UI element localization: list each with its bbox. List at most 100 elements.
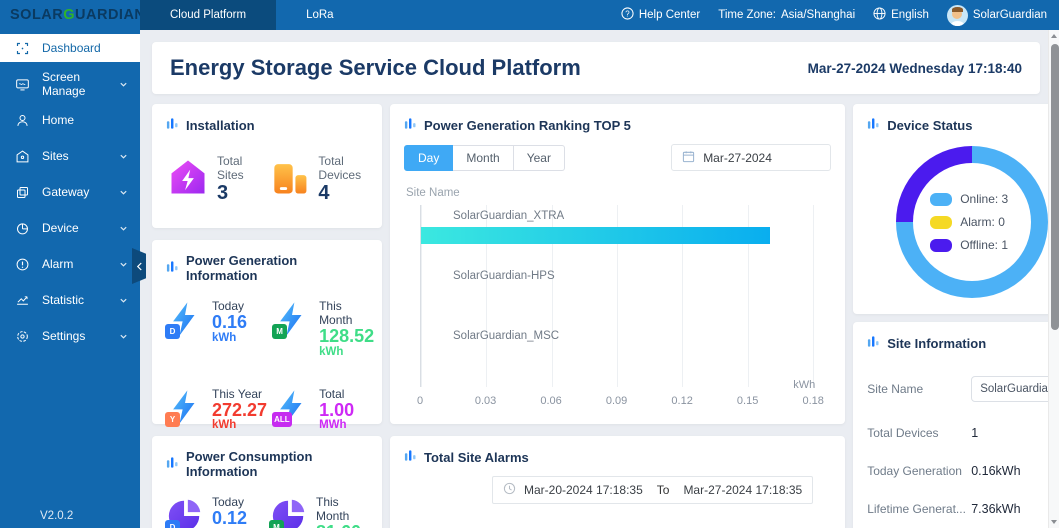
total-devices-stat: Total Devices 4 [267, 154, 368, 204]
period-badge: D [165, 520, 180, 528]
chart-bars-icon [166, 456, 179, 473]
generation-this-year: Y This Year272.27kWh [166, 387, 267, 433]
bar [421, 227, 770, 244]
legend-label: Online: 3 [960, 192, 1008, 206]
username-label: SolarGuardian [973, 9, 1047, 21]
sidebar-item-statistic[interactable]: Statistic [0, 282, 140, 318]
chevron-down-icon [119, 80, 128, 89]
tab-day[interactable]: Day [404, 145, 453, 171]
sidebar-item-screen-manage[interactable]: Screen Manage [0, 66, 140, 102]
site-name-row: Site Name SolarGuardian_XTRA [867, 376, 1048, 402]
x-tick: 0.15 [737, 395, 758, 407]
consumption-this-month: M This Month81.60kWh [270, 495, 368, 528]
consumption-stats: D Today0.12kWh M This Month81.60kWh [166, 495, 368, 528]
period-badge: M [272, 324, 287, 339]
field-value: 7.36kWh [971, 502, 1020, 516]
stat-label: This Year [212, 387, 267, 401]
site-icon [14, 148, 30, 164]
chevron-down-icon [119, 260, 128, 269]
user-menu[interactable]: SolarGuardian [947, 5, 1047, 26]
logo: SOLAR GUARDIAN [0, 0, 140, 30]
tab-cloud-platform[interactable]: Cloud Platform [140, 0, 276, 30]
field-value: 0.16kWh [971, 464, 1020, 478]
stat-label: Today [212, 299, 247, 313]
statistic-icon [14, 292, 30, 308]
tab-lora[interactable]: LoRa [276, 0, 364, 30]
sidebar-item-gateway[interactable]: Gateway [0, 174, 140, 210]
site-information-card: Site Information Site Name SolarGuardian… [853, 322, 1048, 528]
sidebar-item-alarm[interactable]: Alarm [0, 246, 140, 282]
chevron-down-icon [119, 188, 128, 197]
generation-total: ALL Total1.00MWh [273, 387, 374, 433]
clock-icon [503, 482, 516, 498]
alarm-icon [14, 256, 30, 272]
card-title-row: Power Generation Information [166, 253, 368, 283]
bar-category-label: SolarGuardian_MSC [421, 330, 813, 342]
language-selector[interactable]: English [873, 7, 929, 23]
date-picker[interactable]: Mar-27-2024 [671, 144, 831, 171]
sidebar-item-settings[interactable]: Settings [0, 318, 140, 354]
field-label: Today Generation [867, 464, 971, 478]
scroll-down-icon[interactable] [1049, 516, 1059, 528]
page-header: Energy Storage Service Cloud Platform Ma… [152, 42, 1040, 94]
version-label: V2.0.2 [40, 510, 73, 522]
bar-chart: SolarGuardian_XTRA SolarGuardian-HPS Sol… [420, 205, 813, 387]
screen-manage-icon [14, 76, 30, 92]
card-title: Power Generation Information [186, 253, 368, 283]
stat-value: 128.52 [319, 327, 374, 346]
legend-swatch [930, 193, 952, 206]
sidebar-item-device[interactable]: Device [0, 210, 140, 246]
period-badge: D [165, 324, 180, 339]
sidebar-item-label: Gateway [42, 185, 89, 199]
total-sites-stat: Total Sites 3 [166, 154, 253, 204]
field-value: 1 [971, 426, 978, 440]
field-label: Total Devices [867, 426, 971, 440]
chevron-down-icon [119, 224, 128, 233]
scrollbar[interactable] [1048, 30, 1059, 528]
sidebar-item-sites[interactable]: Sites [0, 138, 140, 174]
device-status-donut: Online: 3 Alarm: 0 Offline: 1 [896, 146, 1048, 298]
card-title-row: Device Status [867, 117, 1048, 134]
timezone-label: Time Zone: [718, 9, 776, 21]
date-range-picker[interactable]: Mar-20-2024 17:18:35 To Mar-27-2024 17:1… [492, 476, 813, 504]
scroll-up-icon[interactable] [1049, 30, 1059, 42]
scrollbar-thumb[interactable] [1051, 44, 1059, 330]
site-name-select[interactable]: SolarGuardian_XTRA [971, 376, 1048, 402]
field-label: Lifetime Generat... [867, 502, 971, 516]
tab-year[interactable]: Year [514, 145, 565, 171]
generation-stats: D Today0.16kWh M This Month128.52kWh Y T… [166, 299, 368, 432]
generation-this-month: M This Month128.52kWh [273, 299, 374, 359]
logo-text: SOLAR [10, 7, 63, 23]
house-bolt-icon [166, 155, 210, 204]
logo-text-accent: G [63, 7, 75, 23]
svg-text:?: ? [625, 9, 630, 18]
legend-swatch [930, 216, 952, 229]
top-bar: SOLAR GUARDIAN Cloud Platform LoRa ? Hel… [0, 0, 1059, 30]
stat-value: 81.60 [316, 523, 368, 528]
stat-value: 1.00 [319, 401, 354, 420]
range-start-value: Mar-20-2024 17:18:35 [524, 483, 643, 497]
sidebar-item-dashboard[interactable]: Dashboard [0, 34, 140, 62]
calendar-icon [682, 150, 695, 166]
range-end-value: Mar-27-2024 17:18:35 [683, 483, 802, 497]
sidebar-item-home[interactable]: Home [0, 102, 140, 138]
stat-value: 272.27 [212, 401, 267, 420]
sidebar-item-label: Dashboard [42, 41, 101, 55]
sidebar-item-label: Statistic [42, 293, 84, 307]
tab-month[interactable]: Month [453, 145, 513, 171]
consumption-today: D Today0.12kWh [166, 495, 264, 528]
chevron-down-icon [119, 152, 128, 161]
stat-unit: kWh [212, 419, 267, 432]
installation-card: Installation Total Sites 3 [152, 104, 382, 228]
timezone-selector[interactable]: Time Zone: Asia/Shanghai [718, 9, 855, 21]
sidebar-collapse-handle[interactable] [132, 248, 146, 284]
period-tab-group: Day Month Year [404, 145, 565, 171]
bar-row: SolarGuardian_XTRA [421, 205, 813, 265]
chart-bars-icon [404, 117, 417, 134]
stat-label: This Month [319, 299, 374, 327]
x-tick: 0.12 [671, 395, 692, 407]
sidebar-item-label: Home [42, 113, 74, 127]
help-center-link[interactable]: ? Help Center [621, 7, 700, 23]
help-label: Help Center [639, 9, 700, 21]
person-icon [14, 112, 30, 128]
